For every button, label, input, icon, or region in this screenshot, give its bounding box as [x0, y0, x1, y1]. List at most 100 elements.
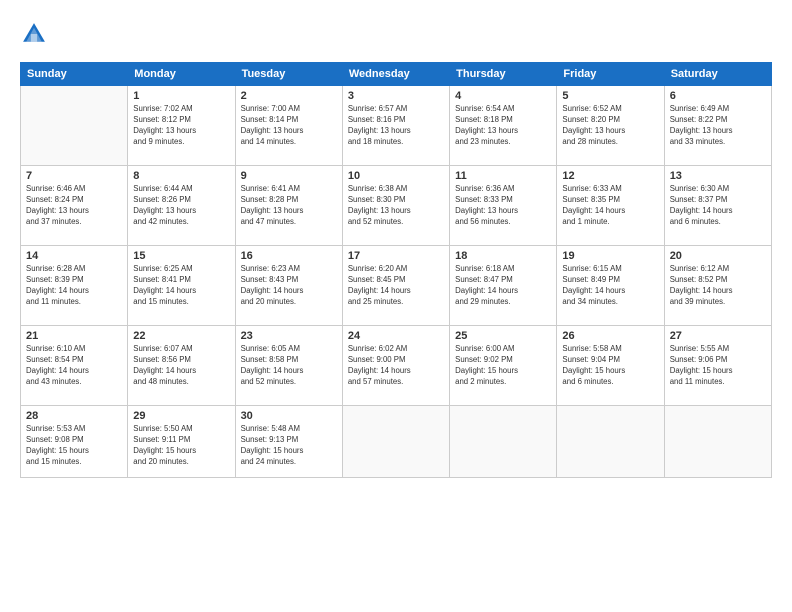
day-info: Sunrise: 6:46 AM Sunset: 8:24 PM Dayligh…	[26, 184, 122, 228]
day-info: Sunrise: 6:02 AM Sunset: 9:00 PM Dayligh…	[348, 344, 444, 388]
day-number: 3	[348, 90, 444, 102]
calendar-cell: 29Sunrise: 5:50 AM Sunset: 9:11 PM Dayli…	[128, 406, 235, 478]
calendar-week-4: 21 Sunrise: 6:10 AM Sunset: 8:54 PM Dayli…	[21, 326, 772, 406]
calendar-cell: 8 Sunrise: 6:44 AM Sunset: 8:26 PM Daylig…	[128, 166, 235, 246]
day-info: Sunrise: 5:53 AM Sunset: 9:08 PM Dayligh…	[26, 424, 122, 468]
day-number: 21	[26, 330, 122, 342]
day-info: Sunrise: 6:18 AM Sunset: 8:47 PM Dayligh…	[455, 264, 551, 308]
day-info: Sunrise: 6:10 AM Sunset: 8:54 PM Dayligh…	[26, 344, 122, 388]
calendar-cell: 18 Sunrise: 6:18 AM Sunset: 8:47 PM Dayli…	[450, 246, 557, 326]
calendar-cell: 27 Sunrise: 5:55 AM Sunset: 9:06 PM Dayli…	[664, 326, 771, 406]
day-info: Sunrise: 6:33 AM Sunset: 8:35 PM Dayligh…	[562, 184, 658, 228]
calendar-cell	[21, 86, 128, 166]
day-number: 13	[670, 170, 766, 182]
logo-icon	[20, 20, 48, 48]
calendar-cell: 3Sunrise: 6:57 AM Sunset: 8:16 PM Daylig…	[342, 86, 449, 166]
calendar-cell: 21 Sunrise: 6:10 AM Sunset: 8:54 PM Dayli…	[21, 326, 128, 406]
day-info: Sunrise: 6:30 AM Sunset: 8:37 PM Dayligh…	[670, 184, 766, 228]
day-number: 27	[670, 330, 766, 342]
day-info: Sunrise: 5:58 AM Sunset: 9:04 PM Dayligh…	[562, 344, 658, 388]
calendar-cell: 2Sunrise: 7:00 AM Sunset: 8:14 PM Daylig…	[235, 86, 342, 166]
calendar-week-3: 14 Sunrise: 6:28 AM Sunset: 8:39 PM Dayli…	[21, 246, 772, 326]
calendar-cell: 10 Sunrise: 6:38 AM Sunset: 8:30 PM Dayli…	[342, 166, 449, 246]
day-number: 11	[455, 170, 551, 182]
day-info: Sunrise: 6:15 AM Sunset: 8:49 PM Dayligh…	[562, 264, 658, 308]
page: SundayMondayTuesdayWednesdayThursdayFrid…	[0, 0, 792, 612]
calendar-cell: 30 Sunrise: 5:48 AM Sunset: 9:13 PM Dayli…	[235, 406, 342, 478]
calendar-cell: 5Sunrise: 6:52 AM Sunset: 8:20 PM Daylig…	[557, 86, 664, 166]
calendar-cell: 7 Sunrise: 6:46 AM Sunset: 8:24 PM Daylig…	[21, 166, 128, 246]
day-number: 26	[562, 330, 658, 342]
calendar-cell: 23 Sunrise: 6:05 AM Sunset: 8:58 PM Dayli…	[235, 326, 342, 406]
day-number: 25	[455, 330, 551, 342]
day-number: 10	[348, 170, 444, 182]
day-info: Sunrise: 6:07 AM Sunset: 8:56 PM Dayligh…	[133, 344, 229, 388]
day-info: Sunrise: 6:23 AM Sunset: 8:43 PM Dayligh…	[241, 264, 337, 308]
day-number: 20	[670, 250, 766, 262]
calendar-cell: 1 Sunrise: 7:02 AM Sunset: 8:12 PM Daylig…	[128, 86, 235, 166]
calendar-header-monday: Monday	[128, 63, 235, 86]
calendar-cell: 25 Sunrise: 6:00 AM Sunset: 9:02 PM Dayli…	[450, 326, 557, 406]
calendar-week-1: 1 Sunrise: 7:02 AM Sunset: 8:12 PM Daylig…	[21, 86, 772, 166]
day-number: 22	[133, 330, 229, 342]
logo	[20, 20, 52, 48]
calendar-cell: 6 Sunrise: 6:49 AM Sunset: 8:22 PM Daylig…	[664, 86, 771, 166]
day-number: 23	[241, 330, 337, 342]
day-number: 9	[241, 170, 337, 182]
day-info: Sunrise: 6:00 AM Sunset: 9:02 PM Dayligh…	[455, 344, 551, 388]
day-number: 12	[562, 170, 658, 182]
day-info: Sunrise: 6:38 AM Sunset: 8:30 PM Dayligh…	[348, 184, 444, 228]
calendar-cell: 4 Sunrise: 6:54 AM Sunset: 8:18 PM Daylig…	[450, 86, 557, 166]
calendar-cell: 12 Sunrise: 6:33 AM Sunset: 8:35 PM Dayli…	[557, 166, 664, 246]
calendar-cell: 13 Sunrise: 6:30 AM Sunset: 8:37 PM Dayli…	[664, 166, 771, 246]
day-info: Sunrise: 7:02 AM Sunset: 8:12 PM Dayligh…	[133, 104, 229, 148]
day-number: 6	[670, 90, 766, 102]
calendar-week-5: 28 Sunrise: 5:53 AM Sunset: 9:08 PM Dayli…	[21, 406, 772, 478]
day-number: 28	[26, 410, 122, 422]
calendar-cell: 16 Sunrise: 6:23 AM Sunset: 8:43 PM Dayli…	[235, 246, 342, 326]
calendar-cell: 22 Sunrise: 6:07 AM Sunset: 8:56 PM Dayli…	[128, 326, 235, 406]
calendar-cell: 14 Sunrise: 6:28 AM Sunset: 8:39 PM Dayli…	[21, 246, 128, 326]
day-number: 4	[455, 90, 551, 102]
day-info: Sunrise: 6:54 AM Sunset: 8:18 PM Dayligh…	[455, 104, 551, 148]
calendar-header-friday: Friday	[557, 63, 664, 86]
day-info: Sunrise: 6:28 AM Sunset: 8:39 PM Dayligh…	[26, 264, 122, 308]
day-number: 1	[133, 90, 229, 102]
calendar-cell: 26 Sunrise: 5:58 AM Sunset: 9:04 PM Dayli…	[557, 326, 664, 406]
day-number: 16	[241, 250, 337, 262]
day-number: 7	[26, 170, 122, 182]
day-number: 29	[133, 410, 229, 422]
day-info: Sunrise: 6:05 AM Sunset: 8:58 PM Dayligh…	[241, 344, 337, 388]
day-info: Sunrise: 6:25 AM Sunset: 8:41 PM Dayligh…	[133, 264, 229, 308]
day-number: 30	[241, 410, 337, 422]
calendar-cell: 24Sunrise: 6:02 AM Sunset: 9:00 PM Dayli…	[342, 326, 449, 406]
day-info: Sunrise: 6:20 AM Sunset: 8:45 PM Dayligh…	[348, 264, 444, 308]
day-info: Sunrise: 5:55 AM Sunset: 9:06 PM Dayligh…	[670, 344, 766, 388]
calendar-cell	[664, 406, 771, 478]
calendar-cell: 28 Sunrise: 5:53 AM Sunset: 9:08 PM Dayli…	[21, 406, 128, 478]
day-number: 8	[133, 170, 229, 182]
day-number: 14	[26, 250, 122, 262]
calendar-table: SundayMondayTuesdayWednesdayThursdayFrid…	[20, 62, 772, 478]
calendar-cell: 19Sunrise: 6:15 AM Sunset: 8:49 PM Dayli…	[557, 246, 664, 326]
header	[20, 20, 772, 48]
day-info: Sunrise: 6:12 AM Sunset: 8:52 PM Dayligh…	[670, 264, 766, 308]
day-info: Sunrise: 6:44 AM Sunset: 8:26 PM Dayligh…	[133, 184, 229, 228]
calendar-week-2: 7 Sunrise: 6:46 AM Sunset: 8:24 PM Daylig…	[21, 166, 772, 246]
calendar-header-row: SundayMondayTuesdayWednesdayThursdayFrid…	[21, 63, 772, 86]
calendar-header-sunday: Sunday	[21, 63, 128, 86]
day-info: Sunrise: 5:48 AM Sunset: 9:13 PM Dayligh…	[241, 424, 337, 468]
day-number: 5	[562, 90, 658, 102]
day-number: 18	[455, 250, 551, 262]
day-number: 17	[348, 250, 444, 262]
day-info: Sunrise: 6:49 AM Sunset: 8:22 PM Dayligh…	[670, 104, 766, 148]
calendar-cell: 20 Sunrise: 6:12 AM Sunset: 8:52 PM Dayli…	[664, 246, 771, 326]
calendar-header-saturday: Saturday	[664, 63, 771, 86]
day-info: Sunrise: 6:41 AM Sunset: 8:28 PM Dayligh…	[241, 184, 337, 228]
calendar-header-thursday: Thursday	[450, 63, 557, 86]
calendar-cell	[557, 406, 664, 478]
calendar-cell	[342, 406, 449, 478]
calendar-header-wednesday: Wednesday	[342, 63, 449, 86]
calendar-cell: 9 Sunrise: 6:41 AM Sunset: 8:28 PM Daylig…	[235, 166, 342, 246]
calendar-cell	[450, 406, 557, 478]
